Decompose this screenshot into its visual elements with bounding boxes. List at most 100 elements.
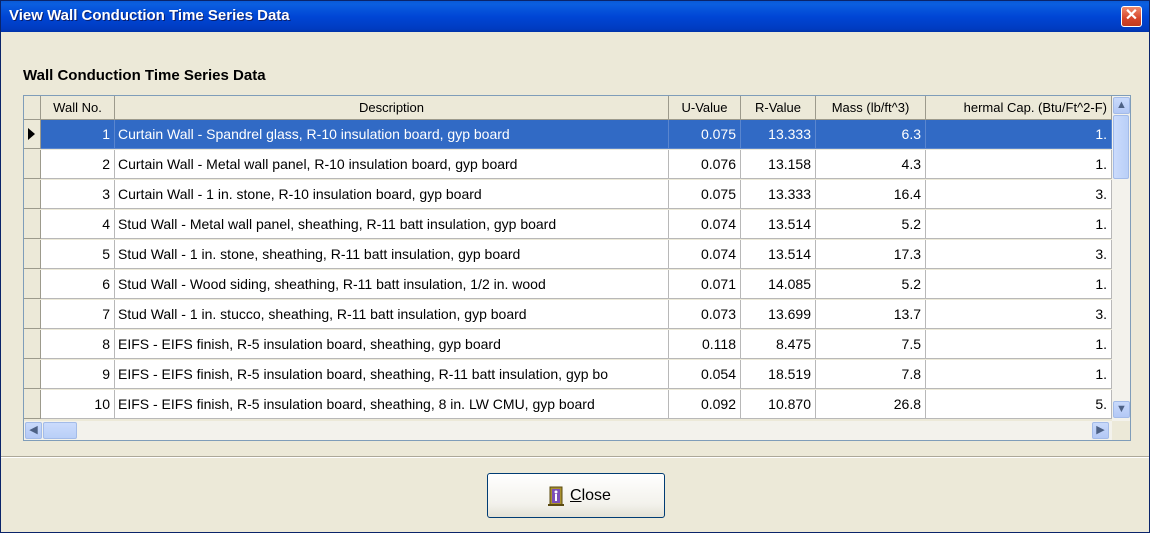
- table-row[interactable]: 3 Curtain Wall - 1 in. stone, R-10 insula…: [24, 180, 1112, 209]
- wall-no-cell[interactable]: 9: [41, 360, 115, 389]
- thermal-cap-cell[interactable]: 5.: [926, 390, 1112, 419]
- thermal-cap-cell[interactable]: 3.: [926, 180, 1112, 209]
- wall-no-cell[interactable]: 3: [41, 180, 115, 209]
- header-thermal-cap[interactable]: hermal Cap. (Btu/Ft^2-F): [926, 96, 1112, 120]
- description-cell[interactable]: EIFS - EIFS finish, R-5 insulation board…: [115, 360, 669, 389]
- thermal-cap-cell[interactable]: 3.: [926, 240, 1112, 269]
- thermal-cap-cell[interactable]: 1.: [926, 150, 1112, 179]
- close-button[interactable]: Close: [487, 473, 665, 518]
- table-row[interactable]: 8 EIFS - EIFS finish, R-5 insulation boar…: [24, 330, 1112, 359]
- mass-cell[interactable]: 13.7: [816, 300, 926, 329]
- row-selector[interactable]: [24, 180, 41, 209]
- table-row[interactable]: 4 Stud Wall - Metal wall panel, sheathing…: [24, 210, 1112, 239]
- u-value-cell[interactable]: 0.073: [669, 300, 741, 329]
- footer-divider: [1, 456, 1149, 458]
- wall-data-grid[interactable]: ▲ ▼ ◀ ▶ Wall No. Description U-Value R-Valu…: [23, 95, 1131, 441]
- header-wall-no[interactable]: Wall No.: [41, 96, 115, 120]
- description-cell[interactable]: Curtain Wall - Metal wall panel, R-10 in…: [115, 150, 669, 179]
- vertical-scroll-thumb[interactable]: [1113, 115, 1129, 179]
- thermal-cap-cell[interactable]: 1.: [926, 210, 1112, 239]
- mass-cell[interactable]: 5.2: [816, 270, 926, 299]
- horizontal-scroll-thumb[interactable]: [43, 422, 77, 439]
- description-cell[interactable]: Stud Wall - 1 in. stone, sheathing, R-11…: [115, 240, 669, 269]
- header-mass[interactable]: Mass (lb/ft^3): [816, 96, 926, 120]
- header-r-value[interactable]: R-Value: [741, 96, 816, 120]
- window-close-icon[interactable]: ✕: [1121, 6, 1142, 27]
- r-value-cell[interactable]: 8.475: [741, 330, 816, 359]
- mass-cell[interactable]: 4.3: [816, 150, 926, 179]
- description-cell[interactable]: Curtain Wall - 1 in. stone, R-10 insulat…: [115, 180, 669, 209]
- r-value-cell[interactable]: 13.699: [741, 300, 816, 329]
- header-u-value[interactable]: U-Value: [669, 96, 741, 120]
- scroll-right-icon[interactable]: ▶: [1092, 422, 1109, 439]
- wall-no-cell[interactable]: 6: [41, 270, 115, 299]
- mass-cell[interactable]: 17.3: [816, 240, 926, 269]
- wall-no-cell[interactable]: 5: [41, 240, 115, 269]
- row-selector[interactable]: [24, 360, 41, 389]
- u-value-cell[interactable]: 0.074: [669, 210, 741, 239]
- row-selector[interactable]: [24, 300, 41, 329]
- thermal-cap-cell[interactable]: 1.: [926, 270, 1112, 299]
- u-value-cell[interactable]: 0.054: [669, 360, 741, 389]
- u-value-cell[interactable]: 0.092: [669, 390, 741, 419]
- r-value-cell[interactable]: 13.514: [741, 210, 816, 239]
- description-cell[interactable]: Curtain Wall - Spandrel glass, R-10 insu…: [115, 120, 669, 149]
- thermal-cap-cell[interactable]: 1.: [926, 120, 1112, 149]
- row-selector[interactable]: [24, 270, 41, 299]
- scroll-up-icon[interactable]: ▲: [1113, 97, 1130, 114]
- header-description[interactable]: Description: [115, 96, 669, 120]
- r-value-cell[interactable]: 13.158: [741, 150, 816, 179]
- row-selector[interactable]: [24, 390, 41, 419]
- scroll-down-icon[interactable]: ▼: [1113, 401, 1130, 418]
- mass-cell[interactable]: 5.2: [816, 210, 926, 239]
- r-value-cell[interactable]: 13.514: [741, 240, 816, 269]
- table-row[interactable]: 10 EIFS - EIFS finish, R-5 insulation boa…: [24, 390, 1112, 419]
- u-value-cell[interactable]: 0.075: [669, 120, 741, 149]
- description-cell[interactable]: EIFS - EIFS finish, R-5 insulation board…: [115, 390, 669, 419]
- table-row[interactable]: 6 Stud Wall - Wood siding, sheathing, R-1…: [24, 270, 1112, 299]
- u-value-cell[interactable]: 0.071: [669, 270, 741, 299]
- u-value-cell[interactable]: 0.118: [669, 330, 741, 359]
- title-bar[interactable]: View Wall Conduction Time Series Data ✕: [1, 1, 1149, 32]
- wall-no-cell[interactable]: 10: [41, 390, 115, 419]
- mass-cell[interactable]: 6.3: [816, 120, 926, 149]
- wall-no-cell[interactable]: 1: [41, 120, 115, 149]
- description-cell[interactable]: EIFS - EIFS finish, R-5 insulation board…: [115, 330, 669, 359]
- table-row[interactable]: 7 Stud Wall - 1 in. stucco, sheathing, R-…: [24, 300, 1112, 329]
- scroll-left-icon[interactable]: ◀: [25, 422, 42, 439]
- row-selector[interactable]: [24, 150, 41, 179]
- thermal-cap-cell[interactable]: 1.: [926, 330, 1112, 359]
- thermal-cap-cell[interactable]: 1.: [926, 360, 1112, 389]
- mass-cell[interactable]: 16.4: [816, 180, 926, 209]
- row-selector[interactable]: [24, 210, 41, 239]
- mass-cell[interactable]: 26.8: [816, 390, 926, 419]
- r-value-cell[interactable]: 14.085: [741, 270, 816, 299]
- table-row[interactable]: 2 Curtain Wall - Metal wall panel, R-10 i…: [24, 150, 1112, 179]
- row-selector[interactable]: [24, 240, 41, 269]
- r-value-cell[interactable]: 13.333: [741, 120, 816, 149]
- vertical-scrollbar[interactable]: ▲ ▼: [1112, 96, 1130, 421]
- r-value-cell[interactable]: 13.333: [741, 180, 816, 209]
- row-selector[interactable]: [24, 120, 41, 149]
- mass-cell[interactable]: 7.5: [816, 330, 926, 359]
- description-cell[interactable]: Stud Wall - Metal wall panel, sheathing,…: [115, 210, 669, 239]
- mass-cell[interactable]: 7.8: [816, 360, 926, 389]
- u-value-cell[interactable]: 0.076: [669, 150, 741, 179]
- wall-no-cell[interactable]: 4: [41, 210, 115, 239]
- table-row[interactable]: 5 Stud Wall - 1 in. stone, sheathing, R-1…: [24, 240, 1112, 269]
- wall-no-cell[interactable]: 7: [41, 300, 115, 329]
- wall-no-cell[interactable]: 8: [41, 330, 115, 359]
- current-row-arrow-icon: [28, 128, 35, 140]
- row-selector[interactable]: [24, 330, 41, 359]
- u-value-cell[interactable]: 0.074: [669, 240, 741, 269]
- table-row[interactable]: 9 EIFS - EIFS finish, R-5 insulation boar…: [24, 360, 1112, 389]
- thermal-cap-cell[interactable]: 3.: [926, 300, 1112, 329]
- table-row[interactable]: 1 Curtain Wall - Spandrel glass, R-10 ins…: [24, 120, 1112, 149]
- description-cell[interactable]: Stud Wall - 1 in. stucco, sheathing, R-1…: [115, 300, 669, 329]
- r-value-cell[interactable]: 10.870: [741, 390, 816, 419]
- r-value-cell[interactable]: 18.519: [741, 360, 816, 389]
- description-cell[interactable]: Stud Wall - Wood siding, sheathing, R-11…: [115, 270, 669, 299]
- u-value-cell[interactable]: 0.075: [669, 180, 741, 209]
- horizontal-scrollbar[interactable]: ◀ ▶: [24, 421, 1112, 440]
- wall-no-cell[interactable]: 2: [41, 150, 115, 179]
